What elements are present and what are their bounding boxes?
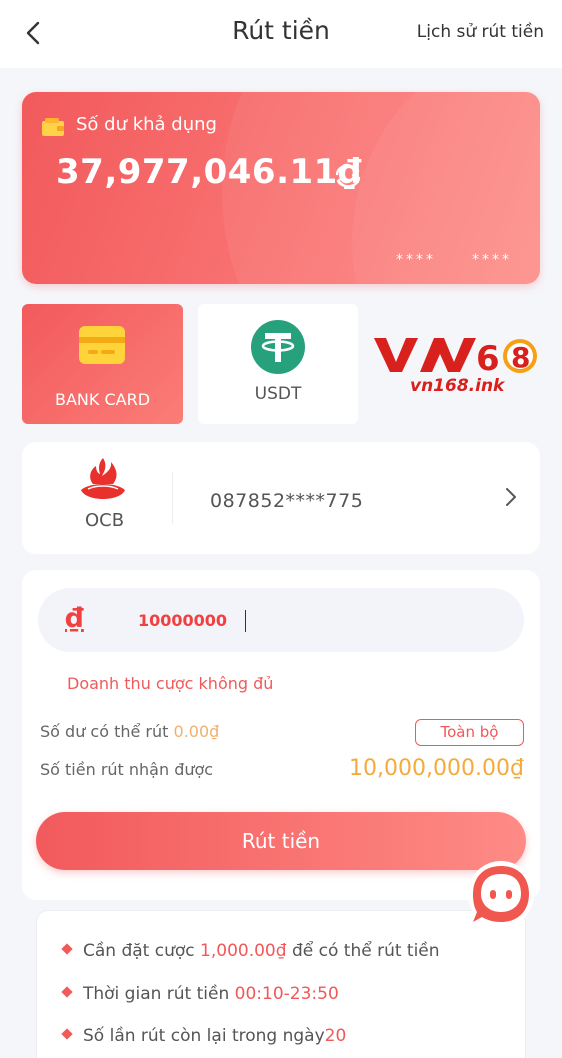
wallet-icon — [42, 118, 64, 136]
withdraw-button[interactable]: Rút tiền — [36, 812, 526, 870]
card-number-mask: **** — [396, 252, 436, 268]
notice-text: Cần đặt cược — [83, 941, 195, 961]
card-number-mask: **** — [472, 252, 512, 268]
method-usdt[interactable]: USDT — [198, 304, 358, 424]
bullet-icon — [61, 1028, 73, 1040]
ocb-flame-icon — [81, 458, 125, 499]
chat-support-icon[interactable] — [467, 860, 535, 930]
error-message: Doanh thu cược không đủ — [67, 674, 274, 693]
back-button[interactable] — [20, 18, 48, 48]
notice-highlight: 20 — [324, 1026, 347, 1046]
method-label: USDT — [254, 384, 302, 404]
tether-icon — [251, 320, 305, 374]
bank-name: OCB — [84, 510, 125, 531]
available-label: Số dư có thể rút — [40, 722, 169, 741]
notice-row: Cần đặt cược 1,000.00₫ để có thể rút tiề… — [61, 941, 440, 961]
header: Rút tiền Lịch sử rút tiền — [0, 0, 562, 68]
receive-value: 10,000,000.00₫ — [349, 756, 524, 781]
bank-account-selector[interactable]: OCB 087852****775 — [22, 442, 540, 554]
divider — [172, 472, 173, 524]
withdraw-history-link[interactable]: Lịch sử rút tiền — [417, 22, 544, 42]
amount-field[interactable]: ₫ — [38, 588, 524, 652]
method-label: BANK CARD — [54, 390, 151, 409]
svg-text:8: 8 — [511, 341, 530, 374]
bullet-icon — [61, 986, 73, 998]
dong-currency-icon: ₫ — [65, 603, 84, 634]
notice-row: Thời gian rút tiền 00:10-23:50 — [61, 984, 339, 1004]
notice-highlight: 1,000.00₫ — [200, 941, 287, 961]
account-number: 087852****775 — [210, 490, 364, 512]
method-bank-card[interactable]: BANK CARD — [22, 304, 183, 424]
available-balance: Số dư có thể rút 0.00₫ — [40, 722, 219, 741]
notice-text: để có thể rút tiền — [291, 941, 440, 961]
chevron-right-icon — [506, 488, 516, 506]
watermark-url: vn168.ink — [410, 376, 505, 396]
bullet-icon — [61, 943, 73, 955]
receive-label: Số tiền rút nhận được — [40, 760, 214, 779]
available-value: 0.00₫ — [173, 722, 220, 741]
notice-text: Thời gian rút tiền — [83, 984, 230, 1004]
svg-text:6: 6 — [476, 339, 500, 379]
balance-label: Số dư khả dụng — [76, 114, 217, 135]
notice-row: Số lần rút còn lại trong ngày20 — [61, 1026, 347, 1046]
notice-text: Số lần rút còn lại trong ngày — [83, 1026, 325, 1046]
text-caret — [245, 610, 246, 632]
balance-amount: 37,977,046.11₫ — [56, 152, 362, 192]
notice-highlight: 00:10-23:50 — [234, 984, 339, 1004]
balance-card: Số dư khả dụng 37,977,046.11₫ **** **** — [22, 92, 540, 284]
bank-card-icon — [79, 326, 125, 364]
amount-input[interactable] — [138, 604, 498, 636]
refresh-icon[interactable] — [332, 162, 364, 190]
notice-panel: Cần đặt cược 1,000.00₫ để có thể rút tiề… — [36, 910, 526, 1058]
chevron-left-icon — [26, 21, 40, 45]
withdraw-all-button[interactable]: Toàn bộ — [415, 719, 524, 746]
